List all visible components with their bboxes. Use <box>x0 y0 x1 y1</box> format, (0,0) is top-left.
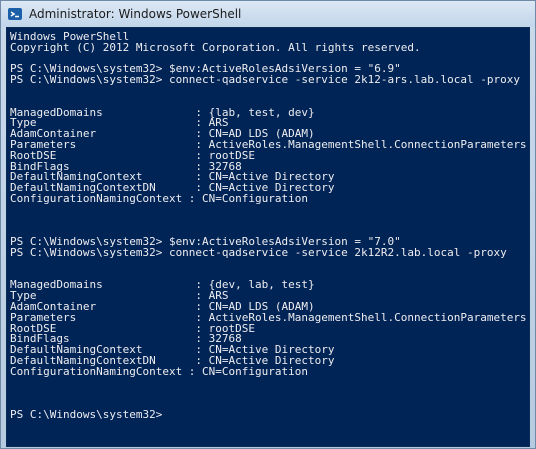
title-bar[interactable]: Administrator: Windows PowerShell <box>1 1 535 27</box>
console-output[interactable]: Windows PowerShell Copyright (C) 2012 Mic… <box>6 27 530 447</box>
console-line: PS C:\Windows\system32> <box>10 407 163 421</box>
window-title: Administrator: Windows PowerShell <box>29 7 242 21</box>
powershell-icon <box>7 6 23 22</box>
console-line: PS C:\Windows\system32> connect-qadservi… <box>10 245 507 259</box>
console-line: Copyright (C) 2012 Microsoft Corporation… <box>10 40 421 54</box>
console-lines: Windows PowerShell Copyright (C) 2012 Mic… <box>7 28 529 421</box>
console-line: ConfigurationNamingContext : CN=Configur… <box>10 191 309 205</box>
console-line: PS C:\Windows\system32> connect-qadservi… <box>10 73 520 87</box>
console-line: ConfigurationNamingContext : CN=Configur… <box>10 364 309 378</box>
powershell-window: Administrator: Windows PowerShell Window… <box>0 0 536 449</box>
